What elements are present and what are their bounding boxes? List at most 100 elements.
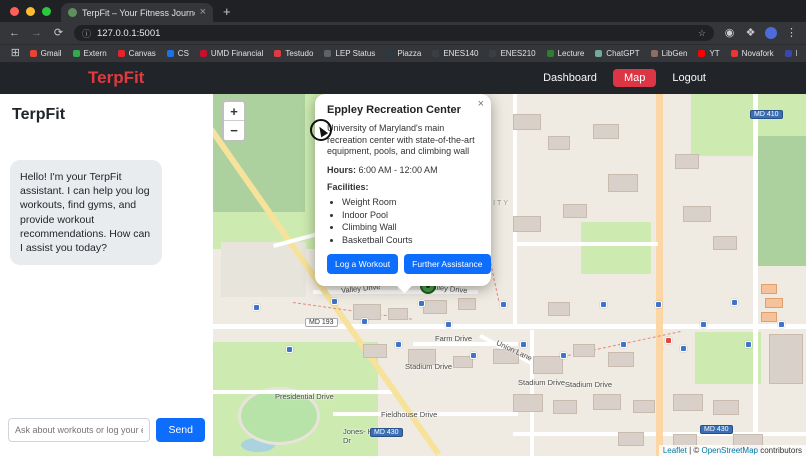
- gym-marker[interactable]: [680, 345, 687, 352]
- forward-button[interactable]: →: [30, 28, 43, 39]
- gym-marker[interactable]: [418, 300, 425, 307]
- back-button[interactable]: ←: [8, 28, 21, 39]
- zoom-out-button[interactable]: −: [224, 121, 244, 140]
- tab-close-icon[interactable]: ×: [200, 7, 206, 18]
- gym-marker[interactable]: [560, 352, 567, 359]
- bookmark-item[interactable]: Novafork: [731, 49, 774, 58]
- bookmark-item[interactable]: Gmail: [30, 49, 62, 58]
- nav-map-button[interactable]: Map: [613, 69, 656, 87]
- facilities-list: Weight RoomIndoor PoolClimbing WallBaske…: [327, 196, 479, 246]
- apps-grid-icon[interactable]: ⊞: [9, 48, 22, 59]
- bookmark-favicon-icon: [386, 50, 393, 57]
- bookmark-item[interactable]: ENES140: [432, 49, 478, 58]
- route-badge: MD 193: [305, 318, 338, 327]
- gym-marker[interactable]: [331, 298, 338, 305]
- send-button[interactable]: Send: [156, 418, 205, 442]
- gym-marker[interactable]: [700, 321, 707, 328]
- window-zoom-button[interactable]: [42, 7, 51, 16]
- profile-avatar[interactable]: [765, 27, 777, 39]
- url-text: 127.0.0.1:5001: [97, 28, 160, 39]
- bookmark-item[interactable]: UMD Financial: [200, 49, 263, 58]
- zoom-in-button[interactable]: +: [224, 102, 244, 121]
- facility-item: Weight Room: [342, 196, 479, 209]
- bookmark-item[interactable]: Canvas: [118, 49, 156, 58]
- bookmark-favicon-icon: [30, 50, 37, 57]
- gym-marker[interactable]: [520, 341, 527, 348]
- leaflet-link[interactable]: Leaflet: [663, 446, 687, 455]
- bookmark-item[interactable]: LEP Status: [324, 49, 375, 58]
- attribution-suffix: contributors: [758, 446, 802, 455]
- map-popup: × Eppley Recreation Center University of…: [315, 94, 491, 286]
- nav-dashboard-link[interactable]: Dashboard: [543, 72, 597, 84]
- bookmark-item[interactable]: Piazza: [386, 49, 421, 58]
- gym-marker[interactable]: [286, 346, 293, 353]
- address-bar[interactable]: ⓘ 127.0.0.1:5001 ☆: [74, 25, 714, 41]
- app-logo: TerpFit: [88, 68, 144, 88]
- map-road: [213, 324, 806, 329]
- bookmark-label: Gmail: [41, 49, 62, 58]
- bookmark-item[interactable]: Extern: [73, 49, 107, 58]
- gym-marker[interactable]: [600, 301, 607, 308]
- map-building: [618, 432, 644, 446]
- window-close-button[interactable]: [10, 7, 19, 16]
- map-road: [656, 94, 663, 456]
- bookmark-star-icon[interactable]: ☆: [698, 28, 706, 39]
- gym-marker[interactable]: [778, 321, 785, 328]
- map-building: [548, 136, 570, 150]
- chat-sidebar: TerpFit Hello! I'm your TerpFit assistan…: [0, 94, 213, 456]
- bookmark-item[interactable]: ENES210: [489, 49, 535, 58]
- bookmark-item[interactable]: FMAB: [785, 49, 797, 58]
- gym-marker[interactable]: [500, 301, 507, 308]
- site-info-icon[interactable]: ⓘ: [82, 27, 91, 40]
- bookmark-favicon-icon: [651, 50, 658, 57]
- gym-marker[interactable]: [665, 337, 672, 344]
- bookmark-label: Testudo: [285, 49, 313, 58]
- extensions-icon[interactable]: ❖: [744, 28, 757, 39]
- window-minimize-button[interactable]: [26, 7, 35, 16]
- new-tab-button[interactable]: +: [223, 4, 231, 19]
- bookmark-item[interactable]: YT: [698, 49, 719, 58]
- popup-close-button[interactable]: ×: [478, 98, 484, 110]
- popup-title: Eppley Recreation Center: [327, 104, 479, 116]
- bookmark-item[interactable]: CS: [167, 49, 189, 58]
- gym-marker[interactable]: [395, 341, 402, 348]
- bookmark-label: Lecture: [558, 49, 585, 58]
- bookmark-item[interactable]: Lecture: [547, 49, 585, 58]
- map-building: [608, 174, 638, 192]
- gym-marker[interactable]: [361, 318, 368, 325]
- menu-kebab-icon[interactable]: ⋮: [785, 28, 798, 39]
- map-building: [608, 352, 634, 367]
- reload-button[interactable]: ⟳: [52, 28, 65, 39]
- further-assistance-button[interactable]: Further Assistance: [404, 254, 490, 274]
- route-badge: MD 430: [700, 425, 733, 434]
- map-building: [675, 154, 699, 169]
- gym-marker[interactable]: [253, 304, 260, 311]
- map-road: [530, 330, 534, 456]
- gym-marker[interactable]: [731, 299, 738, 306]
- osm-link[interactable]: OpenStreetMap: [701, 446, 757, 455]
- browser-tab-strip: TerpFit – Your Fitness Journe × +: [0, 0, 806, 22]
- bookmark-label: FMAB: [796, 49, 797, 58]
- gym-marker[interactable]: [470, 352, 477, 359]
- gym-marker[interactable]: [445, 321, 452, 328]
- gym-marker[interactable]: [745, 341, 752, 348]
- map-building: [513, 114, 541, 130]
- bookmark-item[interactable]: LibGen: [651, 49, 688, 58]
- map[interactable]: + − × Eppley Recreation Center Universit…: [213, 94, 806, 456]
- bookmark-item[interactable]: Testudo: [274, 49, 313, 58]
- map-building: [713, 236, 737, 250]
- nav-logout-link[interactable]: Logout: [672, 72, 706, 84]
- map-building: [563, 204, 587, 218]
- gym-marker[interactable]: [655, 301, 662, 308]
- log-workout-button[interactable]: Log a Workout: [327, 254, 398, 274]
- gym-marker[interactable]: [620, 341, 627, 348]
- map-building: [533, 356, 563, 374]
- bookmark-favicon-icon: [547, 50, 554, 57]
- map-building: [761, 284, 777, 294]
- bookmark-label: ENES140: [443, 49, 478, 58]
- browser-tab[interactable]: TerpFit – Your Fitness Journe ×: [61, 3, 213, 22]
- map-building: [553, 400, 577, 414]
- chat-input[interactable]: [8, 418, 150, 442]
- bookmark-item[interactable]: ChatGPT: [595, 49, 639, 58]
- browser-toolbar: ← → ⟳ ⓘ 127.0.0.1:5001 ☆ ◉ ❖ ⋮: [0, 22, 806, 44]
